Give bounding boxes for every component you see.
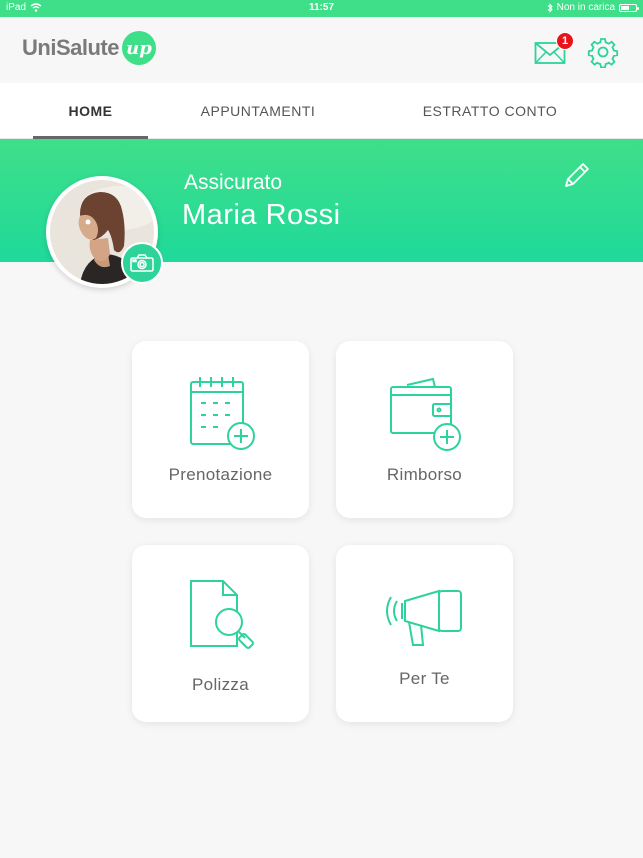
megaphone-icon — [385, 589, 462, 646]
tab-home-label: HOME — [68, 103, 113, 119]
messages-button[interactable]: 1 — [534, 32, 574, 66]
logo-badge: up — [121, 31, 156, 65]
gear-icon — [587, 38, 619, 69]
status-right: Non in carica — [547, 2, 639, 13]
tile-label: Polizza — [192, 675, 249, 694]
tile-label: Prenotazione — [168, 465, 273, 484]
charging-status: Non in carica — [556, 2, 615, 13]
tab-estratto-conto[interactable]: ESTRATTO CONTO — [410, 83, 570, 139]
battery-icon — [619, 3, 639, 12]
tile-rimborso[interactable]: Rimborso — [336, 341, 513, 518]
edit-profile-button[interactable] — [560, 160, 592, 192]
settings-button[interactable] — [587, 36, 619, 69]
pencil-icon — [565, 163, 589, 187]
logo-text: UniSalute — [22, 35, 119, 60]
tile-prenotazione[interactable]: Prenotazione — [132, 341, 309, 518]
tile-polizza[interactable]: Polizza — [132, 545, 309, 722]
app-header: UniSalute up 1 — [0, 17, 643, 83]
profile-name: Maria Rossi — [182, 199, 341, 231]
bluetooth-icon — [547, 2, 553, 13]
profile-role: Assicurato — [184, 171, 283, 194]
tile-per-te[interactable]: Per Te — [336, 545, 513, 722]
change-photo-button[interactable] — [121, 242, 163, 284]
unread-count-badge: 1 — [556, 32, 574, 50]
tab-home[interactable]: HOME — [33, 83, 148, 139]
tile-label: Rimborso — [386, 465, 463, 484]
tile-label: Per Te — [399, 669, 450, 688]
main-tabs: HOME APPUNTAMENTI ESTRATTO CONTO — [0, 83, 643, 139]
status-bar: iPad 11:57 Non in carica — [0, 0, 643, 17]
document-search-icon — [189, 580, 254, 649]
tab-appuntamenti[interactable]: APPUNTAMENTI — [188, 83, 328, 139]
calendar-add-icon — [189, 377, 255, 450]
app-logo: UniSalute up — [22, 31, 156, 65]
wallet-add-icon — [389, 377, 461, 451]
camera-icon — [130, 254, 154, 272]
tab-appuntamenti-label: APPUNTAMENTI — [200, 103, 316, 119]
tab-estratto-conto-label: ESTRATTO CONTO — [422, 103, 558, 119]
